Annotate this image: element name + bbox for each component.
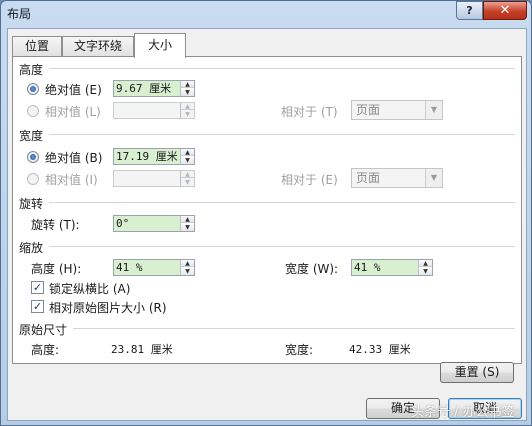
relative-original-checkbox[interactable]: ✓ — [31, 300, 44, 313]
height-relative-to-value: 页面 — [356, 103, 381, 117]
width-relative-stepper[interactable]: ▲ ▼ — [113, 170, 195, 187]
scale-height-label: 高度 (H): — [31, 262, 82, 276]
width-absolute-stepper[interactable]: 17.19 厘米 ▲ ▼ — [113, 148, 195, 165]
tab-position[interactable]: 位置 — [12, 36, 62, 57]
help-button[interactable]: ? — [456, 1, 483, 20]
width-relative-to-select[interactable]: 页面 ▼ — [351, 168, 443, 188]
height-relative-to-label: 相对于 (T) — [281, 105, 338, 119]
width-section-title: 宽度 — [19, 129, 44, 143]
height-relative-value[interactable] — [114, 103, 180, 118]
close-icon: ✕ — [499, 3, 511, 18]
up-arrow-icon[interactable]: ▲ — [181, 103, 194, 110]
original-width-value: 42.33 厘米 — [349, 343, 411, 356]
down-arrow-icon[interactable]: ▼ — [419, 268, 432, 275]
rotate-stepper[interactable]: 0° ▲ ▼ — [113, 215, 195, 232]
up-arrow-icon[interactable]: ▲ — [181, 260, 194, 267]
height-section-divider — [49, 68, 515, 69]
scale-height-stepper[interactable]: 41 % ▲ ▼ — [113, 259, 195, 276]
lock-aspect-label: 锁定纵横比 (A) — [49, 282, 131, 296]
chevron-down-icon[interactable]: ▼ — [425, 169, 442, 187]
height-absolute-arrows: ▲ ▼ — [180, 81, 194, 96]
tab-size-label: 大小 — [147, 38, 172, 52]
up-arrow-icon[interactable]: ▲ — [181, 216, 194, 223]
scale-section-title: 缩放 — [19, 241, 44, 255]
width-relative-radio[interactable] — [27, 173, 39, 185]
scale-height-arrows: ▲ ▼ — [180, 260, 194, 275]
dialog-body: 位置 文字环绕 大小 高度 绝对值 (E) 9.67 厘米 ▲ ▼ 相对值 (L… — [7, 28, 527, 421]
help-icon: ? — [466, 4, 473, 17]
height-absolute-radio[interactable] — [27, 83, 39, 95]
layout-dialog: 布局 ? ✕ 位置 文字环绕 大小 高度 绝对值 (E) 9.67 厘米 ▲ ▼… — [0, 0, 532, 426]
width-absolute-arrows: ▲ ▼ — [180, 149, 194, 164]
chevron-down-icon[interactable]: ▼ — [425, 101, 442, 119]
up-arrow-icon[interactable]: ▲ — [181, 171, 194, 178]
down-arrow-icon[interactable]: ▼ — [181, 111, 194, 118]
scale-height-value[interactable]: 41 % — [114, 260, 180, 275]
check-icon: ✓ — [32, 300, 43, 313]
up-arrow-icon[interactable]: ▲ — [181, 149, 194, 156]
dialog-title: 布局 — [7, 7, 32, 21]
original-height-label: 高度: — [31, 343, 60, 357]
original-section-title: 原始尺寸 — [19, 323, 68, 337]
original-width-label: 宽度: — [285, 343, 314, 357]
down-arrow-icon[interactable]: ▼ — [181, 179, 194, 186]
height-absolute-stepper[interactable]: 9.67 厘米 ▲ ▼ — [113, 80, 195, 97]
up-arrow-icon[interactable]: ▲ — [181, 81, 194, 88]
width-relative-arrows: ▲ ▼ — [180, 171, 194, 186]
down-arrow-icon[interactable]: ▼ — [181, 157, 194, 164]
tab-text-wrap-label: 文字环绕 — [73, 39, 122, 53]
scale-width-value[interactable]: 41 % — [352, 260, 418, 275]
height-relative-label: 相对值 (L) — [45, 105, 101, 119]
up-arrow-icon[interactable]: ▲ — [419, 260, 432, 267]
scale-width-label: 宽度 (W): — [285, 262, 339, 276]
width-relative-value[interactable] — [114, 171, 180, 186]
down-arrow-icon[interactable]: ▼ — [181, 89, 194, 96]
rotate-label: 旋转 (T): — [31, 218, 80, 232]
width-section-divider — [49, 134, 515, 135]
down-arrow-icon[interactable]: ▼ — [181, 224, 194, 231]
height-absolute-label: 绝对值 (E) — [45, 83, 102, 97]
watermark-text: 头条号 / 办公书签 — [411, 405, 515, 420]
width-relative-to-label: 相对于 (E) — [281, 173, 338, 187]
title-bar[interactable]: 布局 ? ✕ — [1, 1, 531, 27]
size-panel: 高度 绝对值 (E) 9.67 厘米 ▲ ▼ 相对值 (L) ▲ ▼ 相对于 (… — [12, 56, 522, 364]
tab-size[interactable]: 大小 — [134, 33, 186, 58]
tab-position-label: 位置 — [24, 39, 49, 53]
rotate-value[interactable]: 0° — [114, 216, 180, 231]
original-section-divider — [73, 328, 515, 329]
height-relative-to-select[interactable]: 页面 ▼ — [351, 100, 443, 120]
tab-text-wrap[interactable]: 文字环绕 — [62, 36, 134, 57]
width-absolute-label: 绝对值 (B) — [45, 151, 103, 165]
width-relative-to-value: 页面 — [356, 171, 381, 185]
height-relative-radio[interactable] — [27, 105, 39, 117]
height-section-title: 高度 — [19, 63, 44, 77]
reset-button-label: 重置 (S) — [454, 365, 500, 379]
scale-width-stepper[interactable]: 41 % ▲ ▼ — [351, 259, 433, 276]
down-arrow-icon[interactable]: ▼ — [181, 268, 194, 275]
reset-button[interactable]: 重置 (S) — [440, 362, 514, 383]
scale-section-divider — [49, 246, 515, 247]
rotate-arrows: ▲ ▼ — [180, 216, 194, 231]
rotate-section-title: 旋转 — [19, 197, 44, 211]
close-button[interactable]: ✕ — [483, 1, 527, 20]
width-relative-label: 相对值 (I) — [45, 173, 98, 187]
original-height-value: 23.81 厘米 — [111, 343, 173, 356]
height-absolute-value[interactable]: 9.67 厘米 — [114, 81, 180, 96]
width-absolute-radio[interactable] — [27, 151, 39, 163]
scale-width-arrows: ▲ ▼ — [418, 260, 432, 275]
height-relative-arrows: ▲ ▼ — [180, 103, 194, 118]
height-relative-stepper[interactable]: ▲ ▼ — [113, 102, 195, 119]
lock-aspect-checkbox[interactable]: ✓ — [31, 281, 44, 294]
check-icon: ✓ — [32, 281, 43, 294]
width-absolute-value[interactable]: 17.19 厘米 — [114, 149, 180, 164]
relative-original-label: 相对原始图片大小 (R) — [49, 301, 167, 315]
rotate-section-divider — [49, 202, 515, 203]
